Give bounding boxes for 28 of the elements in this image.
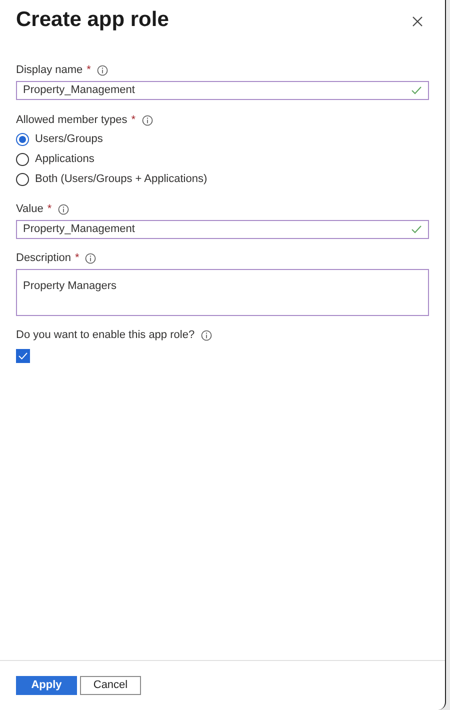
field-label: Description: [16, 250, 72, 266]
info-icon[interactable]: [96, 64, 108, 76]
radio-button[interactable]: [16, 152, 29, 166]
required-mark: *: [86, 62, 91, 78]
required-mark: *: [75, 250, 80, 266]
required-mark: *: [131, 112, 136, 128]
text-field[interactable]: Property_Management: [16, 81, 429, 100]
apply-button[interactable]: Apply: [16, 676, 77, 695]
info-icon[interactable]: [58, 204, 69, 214]
info-icon[interactable]: [85, 252, 96, 264]
cancel-button[interactable]: Cancel: [80, 676, 141, 695]
radio-label: Applications: [35, 152, 94, 167]
info-icon[interactable]: [142, 114, 153, 126]
field-label: Display name: [16, 62, 83, 78]
panel-title: Create app role: [16, 7, 169, 33]
field-label: Allowed member types: [16, 112, 128, 128]
checkbox-label: Do you want to enable this app role?: [16, 328, 195, 343]
close-icon[interactable]: [412, 16, 423, 27]
description-field[interactable]: Property Managers: [16, 269, 429, 316]
field-label: Value: [16, 202, 44, 217]
required-mark: *: [47, 202, 52, 217]
radio-label: Users/Groups: [35, 132, 103, 147]
checkbox[interactable]: [16, 348, 30, 362]
text-field[interactable]: Property_Management: [16, 220, 429, 239]
info-icon[interactable]: [200, 330, 212, 341]
radio-label: Both (Users/Groups + Applications): [35, 172, 208, 187]
radio-button[interactable]: [16, 132, 29, 146]
radio-button[interactable]: [16, 172, 29, 186]
